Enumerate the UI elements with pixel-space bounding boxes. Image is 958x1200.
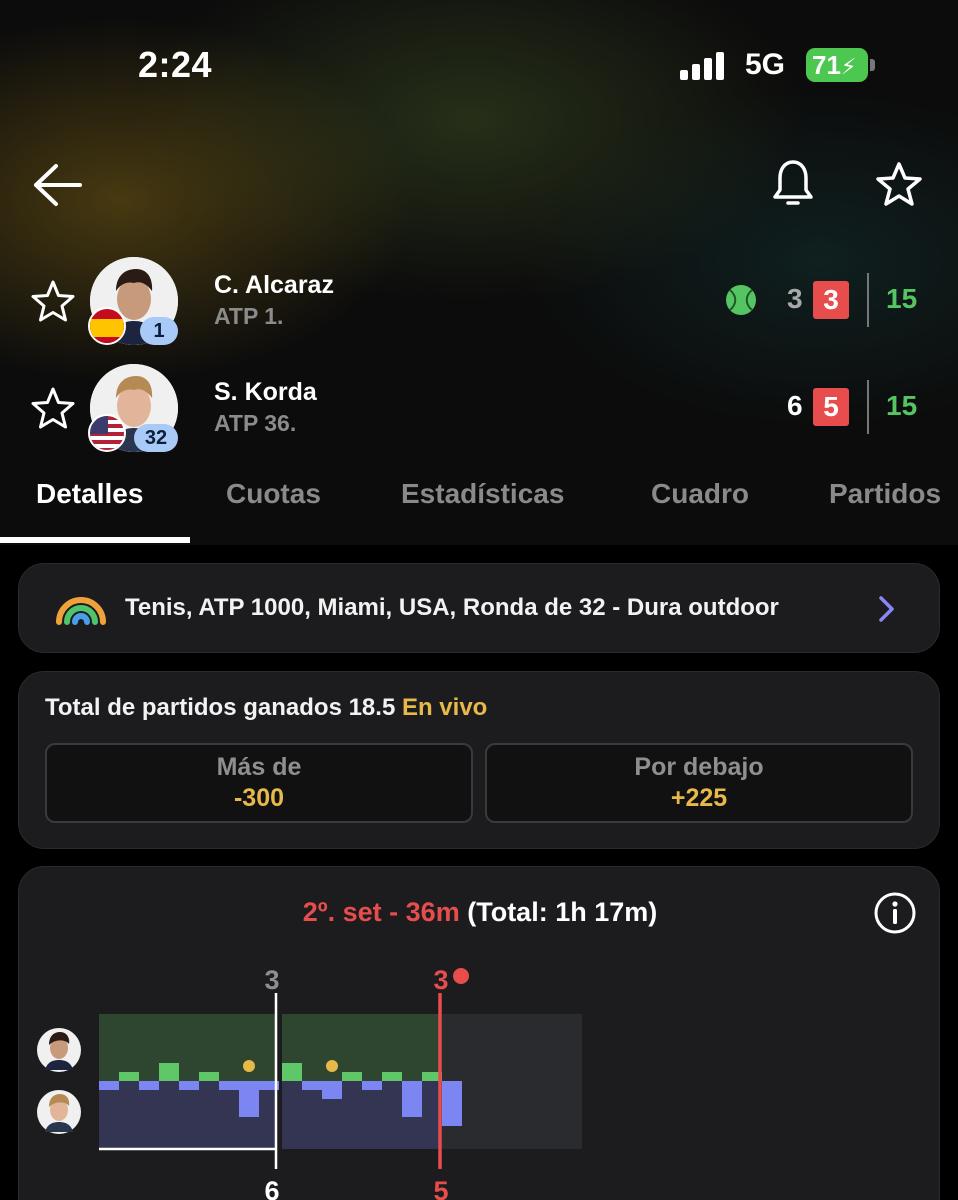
set2-game-bar xyxy=(362,1081,382,1090)
star-icon[interactable] xyxy=(30,279,76,325)
under-odds-button[interactable]: Por debajo +225 xyxy=(485,743,913,823)
tennis-ball-icon xyxy=(326,1060,338,1072)
star-icon[interactable] xyxy=(874,160,924,210)
set1-game-bar xyxy=(219,1081,239,1090)
set2-bottom-score: 5 xyxy=(433,1176,448,1200)
odd-value: -300 xyxy=(233,784,285,812)
tab-partidos[interactable]: Partidos xyxy=(829,478,941,510)
set1-game-bar xyxy=(179,1081,199,1090)
set1-game-bar xyxy=(139,1081,159,1090)
bell-icon[interactable] xyxy=(770,158,816,210)
set1-game-bar xyxy=(99,1081,119,1090)
odd-value: +225 xyxy=(670,784,728,812)
rank-badge: 1 xyxy=(140,317,178,345)
spain-flag-icon xyxy=(88,307,126,345)
serve-indicator-icon xyxy=(726,285,756,315)
status-time: 2:24 xyxy=(138,44,213,85)
player-rank: ATP 1. xyxy=(214,303,284,329)
set1-score: 3 xyxy=(787,283,803,314)
set2-game-bar xyxy=(402,1081,422,1117)
set2-game-bar xyxy=(442,1081,462,1126)
usa-flag-icon xyxy=(88,414,126,452)
player-row-alcaraz[interactable]: 1 C. Alcaraz ATP 1. 3 3 15 xyxy=(0,255,958,355)
set2-score: 5 xyxy=(813,388,849,426)
tab-cuotas[interactable]: Cuotas xyxy=(226,478,321,510)
signal-icon xyxy=(680,52,728,80)
player-rank: ATP 36. xyxy=(214,410,297,436)
tab-estadisticas[interactable]: Estadísticas xyxy=(401,478,564,510)
set1-score: 6 xyxy=(787,390,803,421)
set1-game-bar xyxy=(199,1072,219,1081)
rainbow-logo-icon xyxy=(56,597,106,625)
tab-detalles[interactable]: Detalles xyxy=(36,478,143,510)
odds-market: Total de partidos ganados 18.5 xyxy=(45,694,396,721)
network-type: 5G xyxy=(745,48,786,81)
set2-game-bar xyxy=(282,1063,302,1081)
score-divider xyxy=(867,380,869,434)
odds-card: Total de partidos ganados 18.5 En vivo M… xyxy=(18,671,940,849)
set1-game-bar xyxy=(159,1063,179,1081)
tournament-info: Tenis, ATP 1000, Miami, USA, Ronda de 32… xyxy=(125,594,779,621)
over-odds-button[interactable]: Más de -300 xyxy=(45,743,473,823)
momentum-card: 2º. set - 36m (Total: 1h 17m) 3 6 3 5 xyxy=(18,866,940,1200)
odd-label: Por debajo xyxy=(634,753,764,781)
set1-bottom-score: 6 xyxy=(264,1176,279,1200)
momentum-chart: 3 6 3 5 xyxy=(37,965,582,1200)
avatar xyxy=(37,1090,81,1134)
player-row-korda[interactable]: 32 S. Korda ATP 36. 6 5 15 xyxy=(0,362,958,462)
player-name: C. Alcaraz xyxy=(214,271,334,299)
tab-cuadro[interactable]: Cuadro xyxy=(651,478,749,510)
game-points: 15 xyxy=(886,390,918,421)
odds-title: Total de partidos ganados 18.5 En vivo xyxy=(45,694,487,722)
battery-level: 71 xyxy=(812,50,841,80)
player-name: S. Korda xyxy=(214,378,317,406)
active-tab-indicator xyxy=(0,537,190,543)
rank-badge: 32 xyxy=(134,424,178,452)
set2-game-bar xyxy=(302,1081,322,1090)
set1-game-bar xyxy=(119,1072,139,1081)
set2-top-area xyxy=(282,1014,440,1081)
charging-bolt-icon: ⚡ xyxy=(840,54,857,79)
battery-nub xyxy=(870,59,875,71)
set2-game-bar xyxy=(322,1081,342,1099)
live-dot xyxy=(453,968,469,984)
set2-score: 3 xyxy=(813,281,849,319)
avatar xyxy=(37,1028,81,1072)
set2-game-bar xyxy=(382,1072,402,1081)
set2-game-bar xyxy=(342,1072,362,1081)
set1-game-bar xyxy=(239,1081,259,1117)
tab-bar: Detalles Cuotas Estadísticas Cuadro Part… xyxy=(0,470,958,545)
odd-label: Más de xyxy=(216,753,302,781)
tennis-ball-icon xyxy=(243,1060,255,1072)
battery-icon: 71⚡ xyxy=(806,48,868,82)
tournament-card[interactable]: Tenis, ATP 1000, Miami, USA, Ronda de 32… xyxy=(18,563,940,653)
game-points: 15 xyxy=(886,283,918,314)
set1-top-score: 3 xyxy=(264,965,279,995)
live-label: En vivo xyxy=(401,694,488,721)
match-header: 2:24 5G 71⚡ 1 C. Alcaraz ATP 1. 3 3 15 3… xyxy=(0,0,958,545)
set2-top-score: 3 xyxy=(433,965,448,995)
chevron-right-icon[interactable] xyxy=(877,594,897,624)
star-icon[interactable] xyxy=(30,386,76,432)
arrow-left-icon[interactable] xyxy=(32,162,84,208)
score-divider xyxy=(867,273,869,327)
